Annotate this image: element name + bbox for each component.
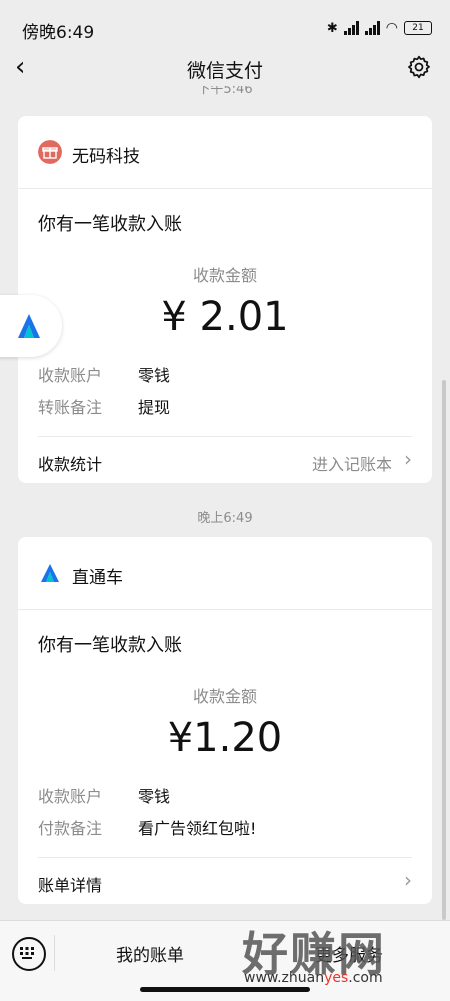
- timestamp-2: 晚上6:49: [197, 511, 253, 526]
- watermark: 好赚网 www.zhuanyes.com: [242, 918, 442, 993]
- row-value-note: 看广告领红包啦!: [138, 819, 257, 838]
- row-label-account: 收款账户: [38, 366, 103, 385]
- keyboard-icon[interactable]: [12, 937, 46, 971]
- wifi-icon: ◠: [385, 20, 398, 36]
- row-value-account: 零钱: [138, 366, 171, 385]
- home-indicator[interactable]: [140, 987, 310, 992]
- app-logo-icon: [41, 564, 59, 582]
- payment-card-1[interactable]: 无码科技 你有一笔收款入账 收款金额 ¥ 2.01 收款账户 零钱 转账备注 提…: [18, 116, 432, 483]
- row-label-note: 转账备注: [38, 398, 103, 417]
- card-footer[interactable]: 账单详情 ›: [38, 857, 412, 904]
- card-heading: 你有一笔收款入账: [38, 635, 182, 656]
- amount-value: ¥ 2.01: [161, 294, 289, 340]
- chevron-right-icon: ›: [404, 447, 412, 471]
- gear-icon[interactable]: [406, 54, 432, 80]
- floating-app-button[interactable]: [0, 295, 62, 357]
- divider: [54, 935, 55, 971]
- status-icons: ✱ ◠ 21: [327, 20, 432, 36]
- amount-label: 收款金额: [192, 687, 257, 706]
- bill-details-link[interactable]: 账单详情: [38, 872, 102, 896]
- timestamp-1: 下午5:46: [197, 86, 253, 97]
- signal-icon: [343, 21, 359, 35]
- battery-level: 21: [412, 23, 424, 33]
- row-label-note: 付款备注: [38, 819, 103, 838]
- sender-name: 直通车: [72, 568, 123, 588]
- nav-bar: ‹ 微信支付: [0, 50, 450, 86]
- app-logo-icon: [18, 314, 40, 338]
- card-footer[interactable]: 收款统计 进入记账本 ›: [38, 436, 412, 483]
- my-bills-menu[interactable]: 我的账单: [116, 941, 184, 966]
- row-label-account: 收款账户: [38, 787, 103, 806]
- status-bar: 傍晚6:49 ✱ ◠ 21: [0, 0, 450, 50]
- card-header[interactable]: 直通车: [18, 537, 432, 610]
- sender-name: 无码科技: [72, 147, 140, 167]
- footer-left-label: 收款统计: [38, 455, 103, 474]
- watermark-url: www.zhuanyes.com: [244, 970, 383, 986]
- amount-value: ¥1.20: [167, 715, 283, 761]
- bluetooth-icon: ✱: [326, 20, 338, 36]
- amount-label: 收款金额: [192, 266, 257, 285]
- battery-icon: 21: [404, 21, 432, 35]
- ledger-link[interactable]: 进入记账本: [312, 451, 392, 475]
- page-title: 微信支付: [186, 60, 263, 82]
- scrollbar[interactable]: [442, 380, 446, 920]
- card-heading: 你有一笔收款入账: [38, 214, 182, 235]
- row-value-note: 提现: [138, 398, 171, 417]
- chevron-right-icon: ›: [404, 868, 412, 892]
- card-header[interactable]: 无码科技: [18, 116, 432, 189]
- gift-icon: [38, 140, 62, 164]
- status-time: 傍晚6:49: [22, 23, 95, 43]
- row-value-account: 零钱: [138, 787, 171, 806]
- payment-card-2[interactable]: 直通车 你有一笔收款入账 收款金额 ¥1.20 收款账户 零钱 付款备注 看广告…: [18, 537, 432, 904]
- signal-icon-2: [364, 21, 380, 35]
